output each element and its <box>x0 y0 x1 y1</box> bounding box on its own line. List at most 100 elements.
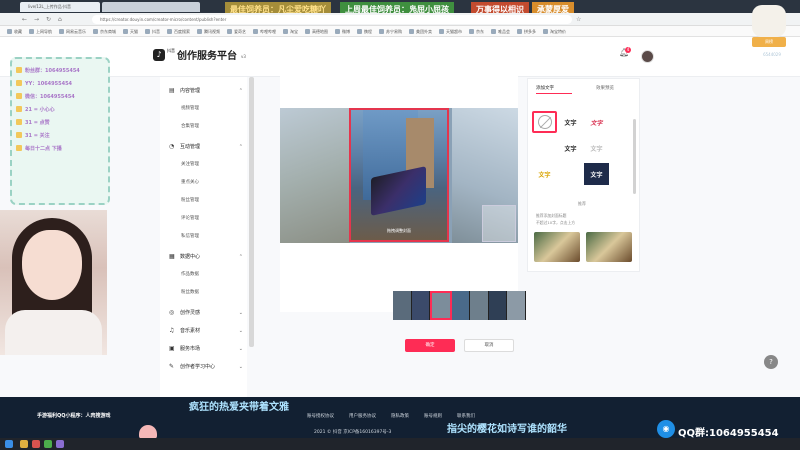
frame-filmstrip[interactable] <box>393 291 527 320</box>
bookmark-item[interactable]: 哔哩哔哩 <box>253 26 276 36</box>
bookmark-item[interactable]: 上网导航 <box>29 26 52 36</box>
filmstrip-frame[interactable] <box>430 291 452 320</box>
sidebar-scrollbar[interactable] <box>249 77 254 347</box>
home-icon[interactable]: ⌂ <box>58 16 62 23</box>
bookmark-item[interactable]: 京东商城 <box>93 26 116 36</box>
text-style-1[interactable]: 文字 <box>558 111 583 133</box>
footer-link[interactable]: 隐私政策 <box>391 413 409 419</box>
sidebar-group[interactable]: ▦ 数据中心 ⌃ <box>169 253 243 260</box>
logo[interactable]: ♪ 抖音 创作服务平台 v3 <box>153 47 246 62</box>
refresh-icon[interactable]: ↻ <box>46 16 51 23</box>
url-input[interactable]: https://creator.douyin.com/creator-micro… <box>92 15 572 24</box>
avatar[interactable] <box>641 50 654 63</box>
filmstrip-frame[interactable] <box>488 291 508 320</box>
qq-icon: ◉ <box>657 420 675 438</box>
star-icon[interactable]: ☆ <box>576 16 581 23</box>
sidebar-item[interactable]: 合集管理 <box>181 123 199 129</box>
sidebar-group-label: 内容管理 <box>180 88 201 94</box>
sidebar-group[interactable]: ♫ 音乐素材 ⌄ <box>169 327 243 334</box>
obs-icon[interactable] <box>56 440 64 448</box>
bookmark-item[interactable]: 京东 <box>469 26 484 36</box>
help-icon[interactable]: ? <box>764 355 778 369</box>
text-style-panel: 添加文字 效果预览 文字 文字 文字 文字 文字 文字 推荐 推荐添加封面标题 … <box>527 78 640 272</box>
filmstrip-frame[interactable] <box>507 291 527 320</box>
sidebar-item[interactable]: 作品数据 <box>181 271 199 277</box>
filmstrip-frame[interactable] <box>451 291 471 320</box>
sidebar-group[interactable]: ◔ 互动管理 ⌃ <box>169 143 243 150</box>
bookmark-item[interactable]: 微博 <box>335 26 350 36</box>
sidebar-item[interactable]: 重点关心 <box>181 179 199 185</box>
info-card-row: YY：1064955454 <box>16 78 104 91</box>
cancel-button[interactable]: 取消 <box>464 339 514 352</box>
bookmark-item[interactable]: 收藏 <box>7 26 22 36</box>
sidebar-item[interactable]: 视频管理 <box>181 105 199 111</box>
sidebar-item[interactable]: 关注管理 <box>181 161 199 167</box>
bookmark-item[interactable]: 天猫超市 <box>439 26 462 36</box>
mascot-widget <box>752 5 786 37</box>
footer-link[interactable]: 联系我们 <box>457 413 475 419</box>
browser-tab[interactable]: live/12L_上传作品·抖音 <box>20 2 100 12</box>
footer-link[interactable]: 账号规则 <box>424 413 442 419</box>
sidebar-group[interactable]: ✎ 创作者学习中心 ⌄ <box>169 363 243 370</box>
version-label[interactable]: v3 <box>241 54 246 59</box>
info-card-text: 31 = 关注 <box>25 133 50 139</box>
sidebar-item[interactable]: 粉丝管理 <box>181 197 199 203</box>
bookmark-item[interactable]: 天猫 <box>123 26 138 36</box>
sidebar-group[interactable]: ▤ 内容管理 ⌃ <box>169 87 243 94</box>
cover-crop-frame[interactable]: 拖拽调整封面 <box>349 108 449 242</box>
bookmark-item[interactable]: 淘宝 <box>283 26 298 36</box>
bookmark-item[interactable]: 腾讯视频 <box>197 26 220 36</box>
chevron-up-icon: ⌃ <box>238 253 243 260</box>
bookmark-item[interactable]: 网易云音乐 <box>59 26 86 36</box>
footer-link[interactable]: 账号授权协议 <box>307 413 334 419</box>
browser-tab-second[interactable] <box>102 2 200 12</box>
bookmark-item[interactable]: 美团外卖 <box>409 26 432 36</box>
chat-icon[interactable] <box>44 440 52 448</box>
text-style-none[interactable] <box>532 111 557 133</box>
explorer-icon[interactable] <box>20 440 28 448</box>
row-bullet-icon <box>16 132 22 138</box>
chevron-down-icon: ⌄ <box>238 327 243 334</box>
bookmarks-bar: 收藏 上网导航 网易云音乐 京东商城 天猫 抖音 百度搜索 腾讯视频 爱奇艺 哔哩哔哩 淘宝 高德地图… <box>0 26 800 37</box>
confirm-button[interactable]: 确定 <box>405 339 455 352</box>
tab-add-text[interactable]: 添加文字 <box>536 85 554 91</box>
start-icon[interactable] <box>5 440 13 448</box>
text-style-4[interactable]: 文字 <box>558 137 583 159</box>
tab-effect-preview[interactable]: 效果预览 <box>596 85 614 91</box>
text-style-5[interactable]: 文字 <box>584 137 609 159</box>
bookmark-item[interactable]: 百度搜索 <box>167 26 190 36</box>
text-style-3[interactable] <box>532 137 557 159</box>
sidebar-group[interactable]: ▣ 服务市场 ⌄ <box>169 345 243 352</box>
sidebar-item[interactable]: 私信管理 <box>181 233 199 239</box>
text-style-8[interactable]: 文字 <box>584 163 609 185</box>
text-style-2[interactable]: 文字 <box>584 111 609 133</box>
bookmark-item[interactable]: 携程 <box>357 26 372 36</box>
bookmark-item[interactable]: 高德地图 <box>305 26 328 36</box>
mushroom-icon <box>139 425 157 439</box>
weekly-rank-number: 6544029 <box>763 52 781 57</box>
bookmark-item[interactable]: 唯品会 <box>491 26 510 36</box>
back-icon[interactable]: ← <box>22 16 27 23</box>
filmstrip-frame[interactable] <box>470 291 489 320</box>
logo-title: 创作服务平台 <box>177 51 237 62</box>
forward-icon[interactable]: → <box>34 16 39 23</box>
filmstrip-frame[interactable] <box>411 291 431 320</box>
bookmark-item[interactable]: 抖音 <box>145 26 160 36</box>
recommend-thumb-1[interactable] <box>534 232 580 262</box>
interaction-icon: ◔ <box>169 142 175 150</box>
text-style-7[interactable] <box>558 163 583 185</box>
filmstrip-frame[interactable] <box>393 291 412 320</box>
bookmark-item[interactable]: 拼多多 <box>517 26 536 36</box>
text-style-scrollbar[interactable] <box>633 119 636 194</box>
mini-thumbnail[interactable] <box>482 205 516 242</box>
browser-icon[interactable] <box>32 440 40 448</box>
sidebar-item[interactable]: 评论管理 <box>181 215 199 221</box>
bookmark-item[interactable]: 苏宁易购 <box>379 26 402 36</box>
sidebar-group[interactable]: ◎ 创作灵感 ⌄ <box>169 309 243 316</box>
recommend-thumb-2[interactable] <box>586 232 632 262</box>
bookmark-item[interactable]: 爱奇艺 <box>227 26 246 36</box>
sidebar-item[interactable]: 粉丝数据 <box>181 289 199 295</box>
footer-link[interactable]: 用户服务协议 <box>349 413 376 419</box>
text-style-6[interactable]: 文字 <box>532 163 557 185</box>
bookmark-item[interactable]: 淘宝特价 <box>543 26 566 36</box>
